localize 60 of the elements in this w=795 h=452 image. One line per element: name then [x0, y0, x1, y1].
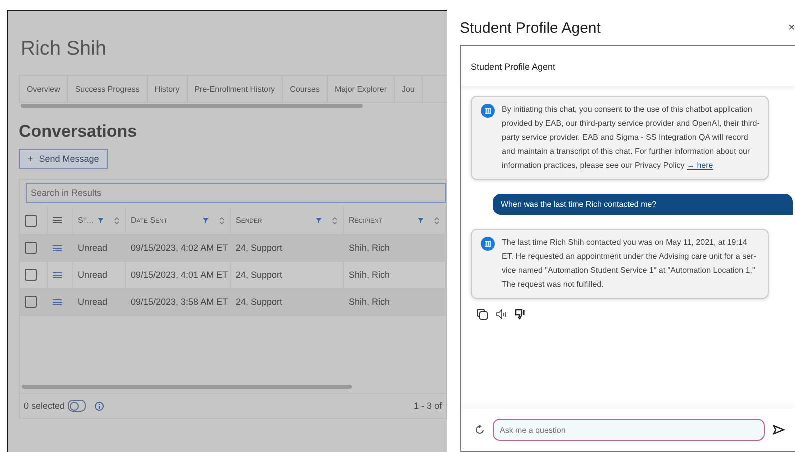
column-header[interactable]: Sender: [236, 216, 262, 225]
checkbox[interactable]: [25, 296, 37, 308]
user-message: When was the last time Rich contacted me?: [493, 194, 793, 215]
menu-icon[interactable]: [53, 217, 62, 224]
filter-icon[interactable]: [418, 216, 440, 224]
table-cell: Unread: [78, 297, 108, 307]
bot-message: The last time Rich Shih contacted you was on May 11, 2021, at 19:14 ET. He requested an appointment under the Advising care unit for a ser-vice named "Automation Student Service 1" at "Automation Location 1." The request was not fulfilled.: [471, 229, 769, 299]
refresh-icon[interactable]: [475, 425, 485, 435]
scrollbar[interactable]: [22, 385, 352, 389]
table-cell: 24, Support: [236, 297, 283, 307]
bot-message: By initiating this chat, you consent to the use of this chatbot application provided by EAB, our third-party service provider and OpenAI, their third-party service provider. EAB and Sigma - SS Integration QA will record and maintain a transcript of this chat. For further information about our information practices, please see our Privacy Policy → here: [471, 96, 769, 180]
table-cell: Shih, Rich: [349, 270, 390, 280]
tab[interactable]: Courses: [283, 76, 328, 102]
menu-icon[interactable]: [53, 244, 62, 252]
question-input[interactable]: Ask me a question: [493, 419, 765, 441]
selected-count: 0 selected: [24, 401, 66, 411]
table-cell: 09/15/2023, 4:01 AM ET: [131, 270, 228, 280]
chat-header: Student Profile Agent: [461, 46, 795, 86]
column-header[interactable]: Recipient: [349, 216, 382, 225]
tab[interactable]: Major Explorer: [328, 76, 395, 102]
table-cell: 24, Support: [236, 243, 283, 253]
table-cell: Shih, Rich: [349, 243, 390, 253]
checkbox[interactable]: [25, 242, 37, 254]
robot-avatar-icon: [480, 236, 496, 252]
speaker-icon[interactable]: [496, 309, 507, 320]
table-cell: Shih, Rich: [349, 297, 390, 307]
close-button[interactable]: ×: [788, 22, 795, 34]
send-message-button[interactable]: + Send Message: [19, 149, 108, 169]
filter-icon[interactable]: [203, 216, 225, 224]
section-title: Conversations: [19, 122, 138, 142]
table-cell: 24, Support: [236, 270, 283, 280]
checkbox[interactable]: [25, 269, 37, 281]
page-title: Rich Shih: [21, 38, 108, 61]
table-cell: Unread: [78, 243, 108, 253]
tab[interactable]: Jou: [394, 76, 423, 102]
copy-icon[interactable]: [477, 309, 488, 320]
privacy-link[interactable]: → here: [686, 161, 714, 170]
send-button[interactable]: [773, 425, 785, 435]
filter-icon[interactable]: [98, 216, 120, 224]
panel-title: Student Profile Agent: [460, 20, 601, 36]
menu-icon[interactable]: [53, 272, 62, 278]
menu-icon[interactable]: [53, 298, 62, 306]
table-cell: Unread: [78, 270, 108, 280]
tab[interactable]: Success Progress: [68, 76, 148, 102]
robot-avatar-icon: [480, 103, 496, 119]
table-cell: 09/15/2023, 4:02 AM ET: [131, 243, 228, 253]
filter-icon[interactable]: [316, 216, 338, 224]
table-cell: 09/15/2023, 3:58 AM ET: [131, 297, 228, 307]
scrollbar[interactable]: [21, 104, 363, 108]
tab[interactable]: Pre-Enrollment History: [188, 76, 284, 102]
tab[interactable]: History: [148, 76, 188, 102]
column-header[interactable]: St...: [78, 216, 94, 225]
tab[interactable]: Overview: [20, 76, 68, 102]
toggle-switch[interactable]: [68, 400, 86, 412]
info-icon[interactable]: [95, 402, 104, 410]
search-field[interactable]: Search in Results: [26, 183, 446, 203]
pagination-text: 1 - 3 of: [414, 401, 442, 411]
checkbox[interactable]: [25, 214, 37, 226]
thumbs-down-icon[interactable]: [515, 309, 526, 320]
column-header[interactable]: Date Sent: [131, 216, 168, 225]
